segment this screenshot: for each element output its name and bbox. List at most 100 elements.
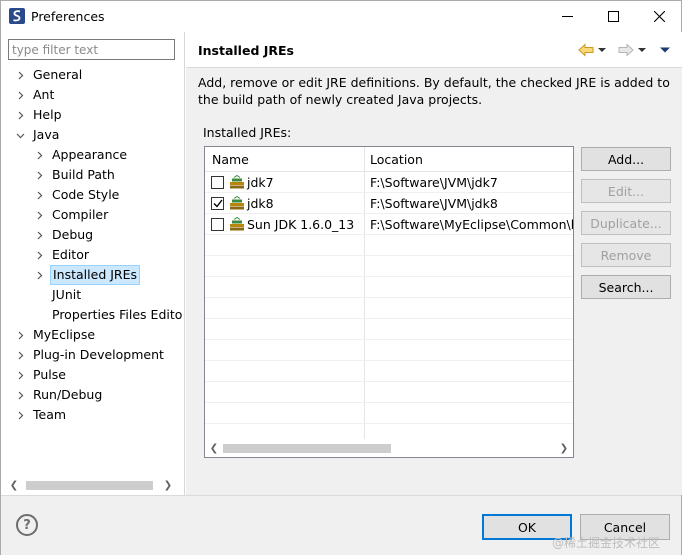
- tree-item-label: JUnit: [52, 287, 82, 302]
- duplicate-button[interactable]: Duplicate...: [581, 211, 671, 235]
- table-row[interactable]: [205, 382, 573, 403]
- jre-checkbox[interactable]: [211, 176, 224, 189]
- tree-item[interactable]: Installed JREs: [1, 265, 185, 285]
- installed-jres-label: Installed JREs:: [203, 125, 292, 140]
- tree-item-label: Ant: [33, 87, 55, 102]
- chevron-right-icon[interactable]: [15, 85, 25, 105]
- minimize-button[interactable]: [544, 1, 590, 32]
- chevron-right-icon[interactable]: [15, 105, 25, 125]
- scroll-right-icon[interactable]: ❯: [557, 441, 571, 455]
- tree-item[interactable]: Team: [1, 405, 185, 425]
- title-bar[interactable]: Preferences: [1, 1, 681, 32]
- jre-checkbox[interactable]: [211, 197, 224, 210]
- tree-item[interactable]: Appearance: [1, 145, 185, 165]
- tree-item[interactable]: JUnit: [1, 285, 185, 305]
- view-menu-button[interactable]: [659, 42, 671, 58]
- tree-item-label: Editor: [52, 247, 89, 262]
- table-row[interactable]: [205, 340, 573, 361]
- table-row[interactable]: Sun JDK 1.6.0_13 F:\Software\MyEclipse\Co…: [205, 214, 574, 235]
- tree-item-label: Build Path: [52, 167, 115, 182]
- table-row[interactable]: [205, 403, 573, 424]
- preferences-window: Preferences General Ant Help Java Appearance…: [0, 0, 682, 555]
- jre-checkbox[interactable]: [211, 218, 224, 231]
- table-horizontal-scrollbar[interactable]: ❮ ❯: [205, 439, 573, 457]
- tree-item-label: Help: [33, 107, 62, 122]
- table-row[interactable]: [205, 277, 573, 298]
- tree-item[interactable]: Editor: [1, 245, 185, 265]
- table-row[interactable]: [205, 319, 573, 340]
- table-row[interactable]: [205, 256, 573, 277]
- view-menu-icon: [660, 47, 670, 53]
- edit-button[interactable]: Edit...: [581, 179, 671, 203]
- chevron-right-icon[interactable]: [15, 365, 25, 385]
- chevron-right-icon[interactable]: [15, 65, 25, 85]
- tree-item[interactable]: Help: [1, 105, 185, 125]
- chevron-right-icon[interactable]: [15, 405, 25, 425]
- tree-horizontal-scrollbar[interactable]: ❮ ❯: [7, 478, 177, 492]
- scroll-right-icon[interactable]: ❯: [161, 478, 175, 492]
- forward-button[interactable]: [618, 42, 647, 58]
- help-icon[interactable]: ?: [16, 514, 38, 536]
- chevron-right-icon[interactable]: [34, 225, 44, 245]
- chevron-right-icon[interactable]: [34, 265, 44, 285]
- chevron-right-icon[interactable]: [34, 145, 44, 165]
- tree-item-label: Debug: [52, 227, 94, 242]
- tree-item[interactable]: Properties Files Edito: [1, 305, 185, 325]
- column-header-name[interactable]: Name: [212, 152, 249, 167]
- search-button[interactable]: Search...: [581, 275, 671, 299]
- tree-item-label: MyEclipse: [33, 327, 96, 342]
- chevron-right-icon[interactable]: [34, 205, 44, 225]
- tree-item[interactable]: Code Style: [1, 185, 185, 205]
- jre-library-icon: [229, 195, 245, 211]
- column-header-location[interactable]: Location: [370, 152, 423, 167]
- tree-item[interactable]: Build Path: [1, 165, 185, 185]
- jre-location: F:\Software\JVM\jdk7: [370, 175, 498, 190]
- chevron-right-icon[interactable]: [34, 165, 44, 185]
- chevron-right-icon[interactable]: [34, 185, 44, 205]
- scroll-left-icon[interactable]: ❮: [207, 441, 221, 455]
- table-row[interactable]: jdk8 F:\Software\JVM\jdk8: [205, 193, 573, 214]
- jre-table[interactable]: Name Location jdk7 F:\Software\JVM\jdk7 jd…: [204, 146, 574, 458]
- remove-button[interactable]: Remove: [581, 243, 671, 267]
- tree-item-label: Properties Files Edito: [52, 307, 183, 322]
- chevron-right-icon[interactable]: [15, 345, 25, 365]
- jre-name: jdk8: [247, 196, 274, 211]
- filter-input[interactable]: [8, 39, 175, 60]
- tree-item[interactable]: Pulse: [1, 365, 185, 385]
- chevron-right-icon[interactable]: [15, 385, 25, 405]
- tree-item[interactable]: Java: [1, 125, 185, 145]
- add-button[interactable]: Add...: [581, 147, 671, 171]
- jre-name: Sun JDK 1.6.0_13: [247, 217, 355, 232]
- back-button[interactable]: [578, 42, 607, 58]
- preference-tree: General Ant Help Java Appearance Build Path Co…: [1, 65, 185, 475]
- table-row[interactable]: [205, 361, 573, 382]
- close-icon: [653, 11, 665, 22]
- jre-location: F:\Software\MyEclipse\Common\bi: [370, 217, 574, 232]
- table-row[interactable]: jdk7 F:\Software\JVM\jdk7: [205, 172, 573, 193]
- tree-item[interactable]: Run/Debug: [1, 385, 185, 405]
- tree-item[interactable]: Compiler: [1, 205, 185, 225]
- tree-item-label: Plug-in Development: [33, 347, 164, 362]
- forward-arrow-icon: [618, 43, 634, 57]
- close-button[interactable]: [636, 1, 682, 32]
- scroll-left-icon[interactable]: ❮: [7, 478, 21, 492]
- dialog-footer: ? OK Cancel @稀土掘金技术社区: [1, 495, 681, 555]
- tree-item[interactable]: Plug-in Development: [1, 345, 185, 365]
- tree-item[interactable]: MyEclipse: [1, 325, 185, 345]
- tree-item[interactable]: Debug: [1, 225, 185, 245]
- chevron-right-icon[interactable]: [15, 325, 25, 345]
- tree-item-label: Run/Debug: [33, 387, 103, 402]
- tree-item-label: General: [33, 67, 83, 82]
- scrollbar-thumb[interactable]: [26, 481, 153, 490]
- table-row[interactable]: [205, 235, 573, 256]
- chevron-right-icon[interactable]: [34, 245, 44, 265]
- chevron-down-icon[interactable]: [15, 125, 25, 145]
- tree-item-label: Compiler: [52, 207, 109, 222]
- tree-item-label: Appearance: [52, 147, 128, 162]
- scrollbar-thumb[interactable]: [223, 444, 391, 453]
- table-row[interactable]: [205, 298, 573, 319]
- tree-item[interactable]: General: [1, 65, 185, 85]
- tree-item[interactable]: Ant: [1, 85, 185, 105]
- maximize-button[interactable]: [590, 1, 636, 32]
- forward-dropdown-icon: [638, 48, 646, 52]
